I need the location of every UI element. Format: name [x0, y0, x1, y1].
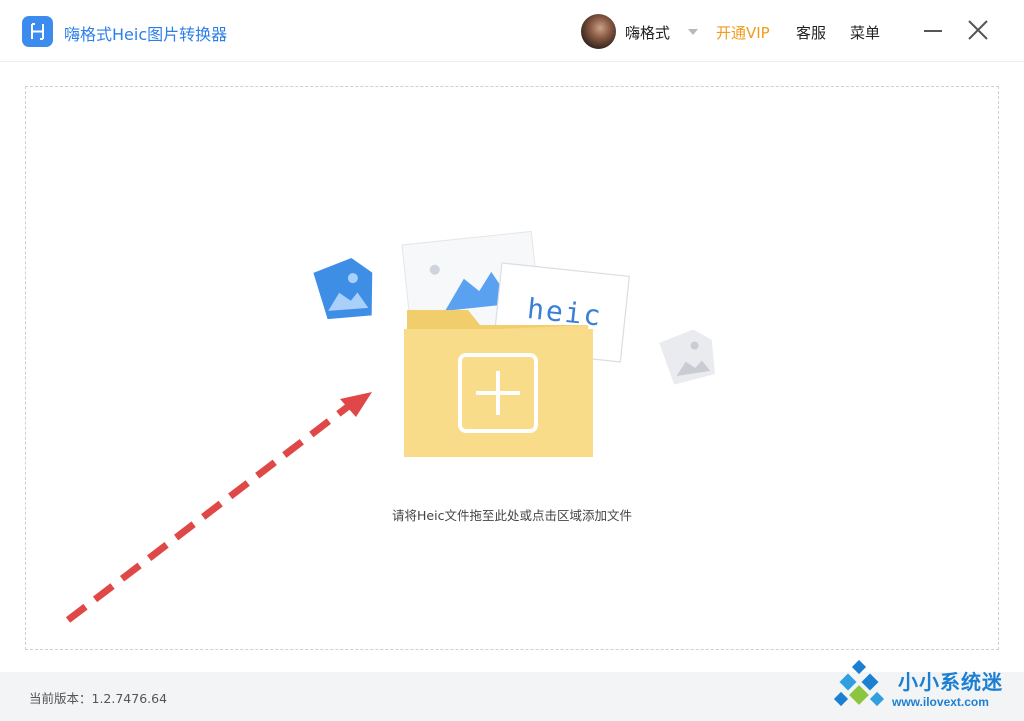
version-label: 当前版本：1.2.7476.64 [29, 691, 168, 706]
customer-service-link[interactable]: 客服 [796, 22, 826, 43]
minimize-button[interactable] [922, 18, 946, 44]
app-title: 嗨格式Heic图片转换器 [64, 25, 228, 44]
username[interactable]: 嗨格式 [625, 22, 670, 43]
watermark: 小小系统迷 www.ilovext.com [832, 660, 1022, 718]
avatar[interactable] [581, 14, 616, 49]
chevron-down-icon[interactable] [688, 29, 698, 35]
app-logo-icon [22, 16, 53, 47]
drop-hint-text: 请将Heic文件拖至此处或点击区域添加文件 [392, 508, 632, 523]
watermark-title: 小小系统迷 [898, 670, 1003, 694]
open-vip-link[interactable]: 开通VIP [716, 22, 770, 43]
watermark-logo-icon [833, 660, 885, 707]
folder-add-illustration[interactable]: heic [290, 225, 730, 475]
image-icon [659, 329, 715, 385]
close-button[interactable] [964, 16, 992, 44]
title-bar: 嗨格式Heic图片转换器 嗨格式 开通VIP 客服 菜单 [0, 0, 1024, 62]
close-icon [968, 20, 988, 40]
image-icon [313, 258, 373, 320]
menu-link[interactable]: 菜单 [850, 22, 880, 43]
minimize-icon [924, 30, 942, 32]
watermark-url: www.ilovext.com [892, 695, 989, 709]
